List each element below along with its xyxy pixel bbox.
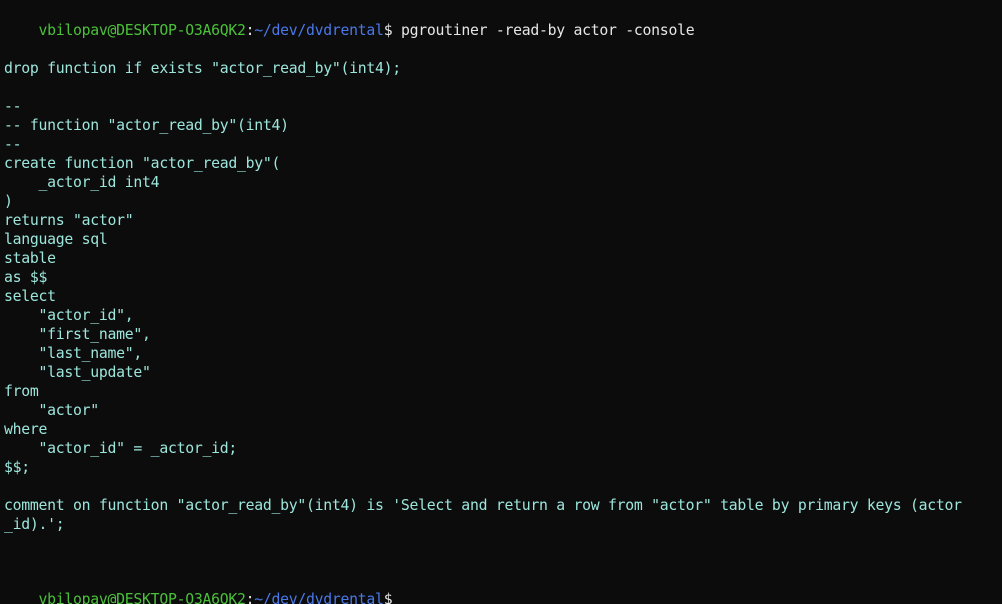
output-line: comment on function "actor_read_by"(int4… [4,497,962,514]
output-line: create function "actor_read_by"( [4,155,281,172]
output-line: "first_name", [4,326,151,343]
prompt-separator: : [245,22,255,39]
terminal-window[interactable]: vbilopav@DESKTOP-O3A6QK2:~/dev/dvdrental… [0,0,1002,604]
output-line: from [4,383,39,400]
prompt-user-host: vbilopav@DESKTOP-O3A6QK2 [38,591,246,604]
output-line: -- [4,98,22,115]
output-line: $$; [4,459,30,476]
output-line: "last_update" [4,364,151,381]
prompt-user-host: vbilopav@DESKTOP-O3A6QK2 [38,22,246,39]
output-line: -- [4,136,22,153]
command-text: pgroutiner -read-by actor -console [392,22,695,39]
output-line: select [4,288,56,305]
output-line: "last_name", [4,345,143,362]
output-line: stable [4,250,56,267]
output-line: -- function "actor_read_by"(int4) [4,117,289,134]
output-line: ) [4,193,13,210]
output-line: _actor_id int4 [4,174,160,191]
prompt-path: ~/dev/dvdrental [254,591,384,604]
prompt-path: ~/dev/dvdrental [254,22,384,39]
output-line: drop function if exists "actor_read_by"(… [4,60,401,77]
prompt-separator: : [245,591,255,604]
output-line: "actor_id" = _actor_id; [4,440,238,457]
output-line: returns "actor" [4,212,134,229]
output-line: "actor" [4,402,100,419]
output-line: "actor_id", [4,307,134,324]
output-line: as $$ [4,269,48,286]
prompt-line-command: vbilopav@DESKTOP-O3A6QK2:~/dev/dvdrental… [4,2,695,39]
prompt-symbol: $ [383,591,393,604]
output-line: _id).'; [4,516,65,533]
output-line: language sql [4,231,108,248]
prompt-line-current[interactable]: vbilopav@DESKTOP-O3A6QK2:~/dev/dvdrental… [4,571,393,604]
output-line: where [4,421,48,438]
